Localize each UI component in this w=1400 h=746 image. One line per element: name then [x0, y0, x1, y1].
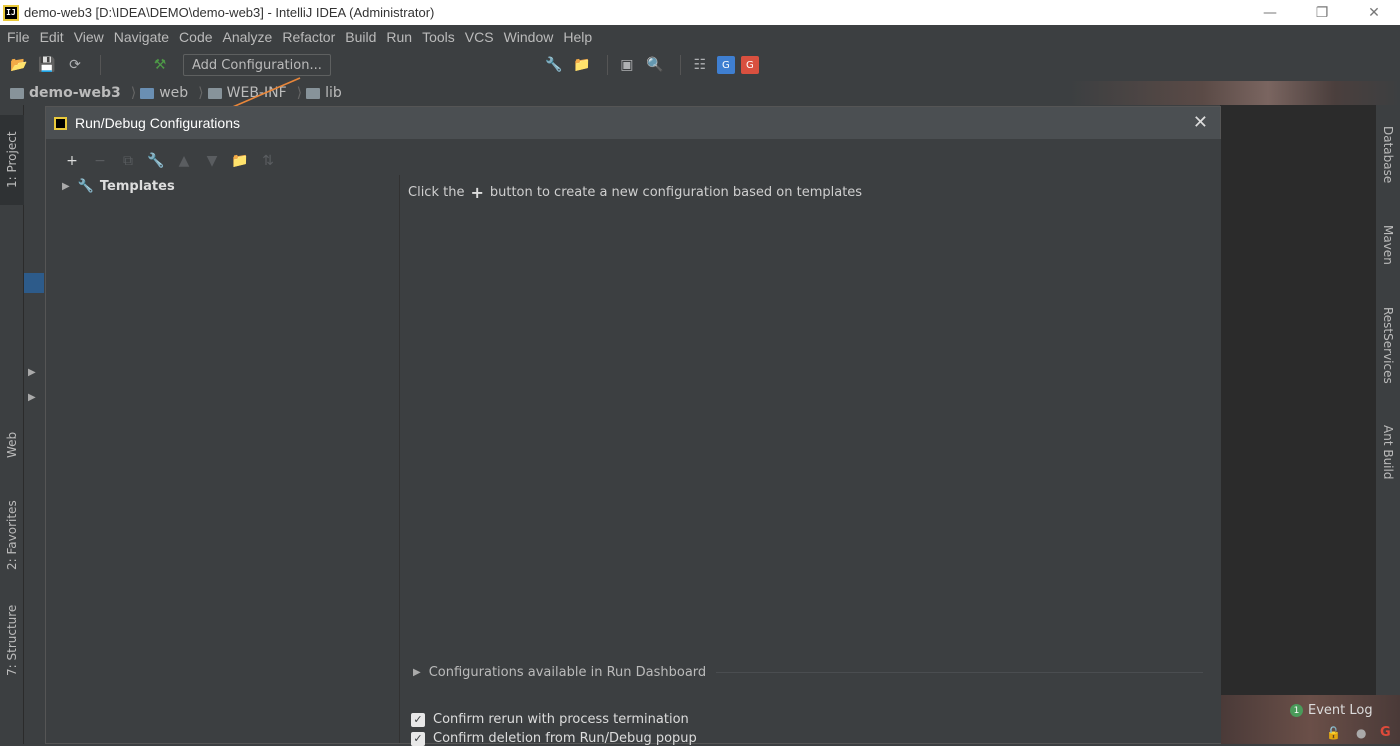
sort-icon: ⇅ [262, 153, 274, 169]
event-count-badge: 1 [1290, 704, 1303, 717]
menu-run[interactable]: Run [381, 29, 417, 45]
editor-area [1220, 105, 1376, 695]
breadcrumb-project[interactable]: demo-web3 [10, 85, 121, 101]
selected-row-marker [24, 273, 44, 293]
open-folder-icon[interactable]: 📂 [8, 54, 30, 76]
lock-icon[interactable]: 🔓 [1326, 726, 1341, 740]
tab-restservices[interactable]: RestServices [1376, 295, 1400, 395]
google-icon[interactable]: G [1380, 725, 1391, 740]
menu-vcs[interactable]: VCS [460, 29, 499, 45]
save-icon[interactable]: 💾 [36, 54, 58, 76]
translate-alt-icon[interactable]: G [740, 56, 759, 74]
menu-view[interactable]: View [69, 29, 109, 45]
wrench-icon: 🔧 [77, 179, 94, 194]
breadcrumb-lib[interactable]: lib [306, 85, 342, 101]
confirm-rerun-checkbox[interactable]: ✓ Confirm rerun with process termination [411, 712, 689, 727]
close-window-button[interactable]: ✕ [1348, 0, 1400, 25]
chevron-right-icon: ⟩ [130, 85, 137, 101]
expand-arrow-icon[interactable]: ▶ [62, 181, 70, 192]
intellij-app-icon: IJ [3, 4, 19, 21]
add-icon[interactable]: + [62, 151, 82, 171]
right-tool-window-strip: Database Maven RestServices Ant Build [1376, 105, 1400, 695]
run-dashboard-section[interactable]: ▶ Configurations available in Run Dashbo… [413, 665, 1203, 680]
tab-favorites[interactable]: 2: Favorites [0, 490, 24, 580]
empty-hint: Click the + button to create a new confi… [408, 183, 863, 202]
folder-icon: 📁 [231, 153, 249, 169]
folder-icon [306, 87, 321, 99]
tab-structure[interactable]: 7: Structure [0, 595, 24, 685]
menu-help[interactable]: Help [558, 29, 597, 45]
build-hammer-icon[interactable]: ⚒ [149, 54, 171, 76]
project-structure-icon[interactable]: 📁 [571, 54, 593, 76]
toolbar-divider [606, 55, 608, 75]
menu-refactor[interactable]: Refactor [277, 29, 340, 45]
run-debug-configurations-dialog: Run/Debug Configurations ✕ + − ⧉ 🔧 ▲ ▼ 📁… [45, 106, 1221, 746]
add-configuration-button[interactable]: Add Configuration... [183, 54, 331, 76]
move-up-icon: ▲ [178, 153, 190, 169]
close-icon[interactable]: ✕ [1193, 113, 1208, 131]
event-log-button[interactable]: 1 Event Log [1290, 703, 1373, 718]
tree-item-templates[interactable]: ▶ 🔧 Templates [62, 179, 175, 194]
tab-project[interactable]: 1: Project [0, 115, 24, 205]
remove-icon: − [94, 153, 106, 169]
chevron-right-icon: ⟩ [198, 85, 204, 101]
folder-icon [140, 87, 155, 99]
left-tool-window-strip: 1: Project Web 2: Favorites 7: Structure… [0, 105, 46, 744]
google-translate-icon[interactable]: G [716, 56, 735, 74]
breadcrumb: demo-web3 ⟩ web ⟩ WEB-INF ⟩ lib [0, 81, 1220, 105]
menu-build[interactable]: Build [340, 29, 381, 45]
dialog-toolbar: + − ⧉ 🔧 ▲ ▼ 📁 ⇅ [62, 151, 286, 171]
menu-code[interactable]: Code [174, 29, 217, 45]
project-panel-edge: ▶ ▶ [24, 105, 46, 744]
toolbar-divider [679, 55, 681, 75]
sync-icon[interactable]: ⟳ [64, 54, 86, 76]
intellij-app-icon [54, 116, 67, 130]
menu-navigate[interactable]: Navigate [109, 29, 174, 45]
toolbar-divider [100, 55, 101, 75]
menu-bar: File Edit View Navigate Code Analyze Ref… [0, 25, 1400, 49]
tab-maven[interactable]: Maven [1376, 210, 1400, 280]
menu-tools[interactable]: Tools [417, 29, 460, 45]
expand-arrow-icon[interactable]: ▶ [28, 392, 36, 403]
dialog-title-bar: Run/Debug Configurations ✕ [46, 107, 1220, 139]
wrench-icon[interactable]: 🔧 [146, 151, 166, 171]
main-toolbar: 📂 💾 ⟳ ⚒ Add Configuration... 🔧 📁 ▣ 🔍 ☷ G… [0, 49, 1400, 81]
inspector-icon[interactable]: ● [1356, 726, 1366, 740]
terminal-icon[interactable]: ▣ [616, 54, 638, 76]
checkbox-checked-icon[interactable]: ✓ [411, 712, 425, 727]
restore-button[interactable]: ❐ [1296, 0, 1348, 25]
menu-analyze[interactable]: Analyze [218, 29, 278, 45]
checkbox-checked-icon[interactable]: ✓ [411, 731, 425, 746]
copy-icon: ⧉ [123, 153, 133, 169]
dialog-title: Run/Debug Configurations [75, 115, 240, 131]
minimize-button[interactable]: — [1244, 0, 1296, 25]
tab-web[interactable]: Web [0, 415, 24, 475]
expand-arrow-icon[interactable]: ▶ [413, 667, 421, 678]
expand-arrow-icon[interactable]: ▶ [28, 367, 36, 378]
menu-file[interactable]: File [2, 29, 35, 45]
folder-icon [10, 87, 24, 99]
window-title: demo-web3 [D:\IDEA\DEMO\demo-web3] - Int… [24, 5, 435, 20]
move-down-icon: ▼ [206, 153, 218, 169]
window-titlebar: IJ demo-web3 [D:\IDEA\DEMO\demo-web3] - … [0, 0, 1400, 25]
vcs-icon[interactable]: ☷ [689, 54, 711, 76]
search-icon[interactable]: 🔍 [644, 54, 666, 76]
tab-database[interactable]: Database [1376, 115, 1400, 195]
plus-icon: + [470, 183, 484, 202]
divider [716, 672, 1203, 673]
breadcrumb-web[interactable]: web [140, 85, 188, 101]
configuration-details: Click the + button to create a new confi… [401, 139, 1221, 746]
configuration-tree: ▶ 🔧 Templates [58, 175, 400, 743]
tab-ant-build[interactable]: Ant Build [1376, 415, 1400, 490]
settings-wrench-icon[interactable]: 🔧 [543, 54, 565, 76]
menu-edit[interactable]: Edit [35, 29, 69, 45]
menu-window[interactable]: Window [499, 29, 559, 45]
